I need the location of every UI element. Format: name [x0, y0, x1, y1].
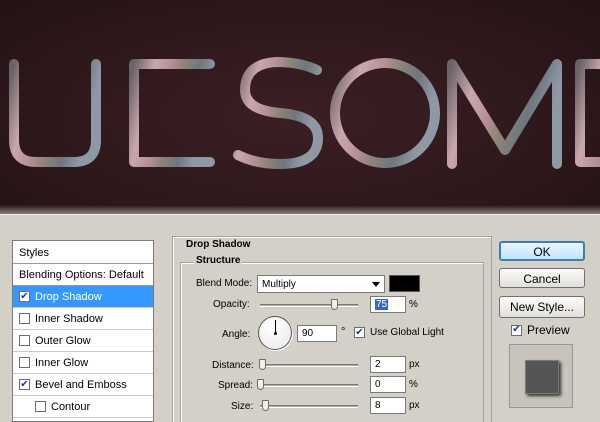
styles-item-label: Inner Glow	[35, 356, 89, 369]
opacity-input[interactable]: 75	[370, 296, 406, 313]
awesome-text-artwork	[9, 57, 600, 169]
styles-item-blending-options[interactable]: Blending Options: Default	[13, 264, 153, 286]
distance-slider-thumb[interactable]	[259, 359, 266, 370]
styles-item-label: Inner Shadow	[35, 312, 103, 325]
preview-label: Preview	[527, 323, 570, 337]
preview-checkbox[interactable]: ✔ Preview	[511, 323, 570, 337]
use-global-light-label: Use Global Light	[370, 327, 444, 338]
checkbox-checked-icon[interactable]: ✔	[19, 291, 30, 302]
styles-list-header[interactable]: Styles	[13, 241, 153, 264]
angle-input[interactable]: 90	[297, 325, 337, 342]
styles-item-inner-glow[interactable]: Inner Glow	[13, 352, 153, 374]
blend-mode-dropdown[interactable]: Multiply	[257, 275, 385, 293]
structure-title: Structure	[194, 255, 243, 266]
checkbox-checked-icon[interactable]: ✔	[19, 379, 30, 390]
blend-mode-value: Multiply	[262, 279, 296, 290]
document-canvas	[0, 0, 600, 212]
style-preview-swatch	[525, 360, 559, 394]
checkbox-checked-icon[interactable]: ✔	[354, 327, 365, 338]
blend-mode-label: Blend Mode:	[196, 278, 253, 289]
styles-item-drop-shadow[interactable]: ✔ Drop Shadow	[13, 286, 153, 308]
angle-dial[interactable]	[258, 316, 292, 350]
spread-label: Spread:	[218, 380, 254, 391]
styles-item-label: Outer Glow	[35, 334, 91, 347]
styles-item-label: Bevel and Emboss	[35, 378, 127, 391]
spread-slider-thumb[interactable]	[257, 379, 264, 390]
angle-label: Angle:	[222, 329, 251, 340]
opacity-unit: %	[409, 299, 418, 310]
opacity-label: Opacity:	[213, 299, 250, 310]
spread-slider[interactable]	[260, 384, 358, 387]
checkbox-icon[interactable]	[19, 335, 30, 346]
checkbox-icon[interactable]	[19, 313, 30, 324]
checkbox-checked-icon[interactable]: ✔	[511, 324, 522, 336]
cancel-button[interactable]: Cancel	[499, 268, 585, 288]
styles-item-label: Blending Options: Default	[19, 268, 144, 281]
drop-shadow-title: Drop Shadow	[184, 239, 253, 250]
size-label: Size:	[231, 401, 254, 412]
styles-item-label: Drop Shadow	[35, 290, 102, 303]
styles-item-outer-glow[interactable]: Outer Glow	[13, 330, 153, 352]
distance-label: Distance:	[212, 360, 254, 371]
distance-input[interactable]: 2	[370, 356, 406, 373]
styles-item-bevel-and-emboss[interactable]: ✔ Bevel and Emboss	[13, 374, 153, 396]
size-unit: px	[409, 400, 420, 411]
angle-unit: °	[341, 326, 346, 338]
size-slider-thumb[interactable]	[261, 400, 269, 411]
style-preview-thumbnail	[509, 344, 573, 408]
styles-list: Styles Blending Options: Default ✔ Drop …	[12, 240, 154, 422]
opacity-slider-thumb[interactable]	[330, 299, 338, 310]
styles-item-label: Contour	[51, 400, 91, 413]
angle-center-dot	[274, 332, 277, 335]
shadow-color-swatch[interactable]	[389, 275, 420, 292]
checkbox-icon[interactable]	[35, 401, 46, 412]
distance-slider[interactable]	[262, 364, 358, 367]
checkbox-icon[interactable]	[19, 357, 30, 368]
spread-unit: %	[409, 379, 418, 390]
spread-input[interactable]: 0	[370, 376, 406, 393]
use-global-light-checkbox[interactable]: ✔ Use Global Light	[354, 327, 444, 338]
styles-item-inner-shadow[interactable]: Inner Shadow	[13, 308, 153, 330]
styles-item-contour[interactable]: Contour	[13, 396, 153, 418]
distance-unit: px	[409, 359, 420, 370]
size-input[interactable]: 8	[370, 397, 406, 414]
opacity-slider[interactable]	[260, 304, 358, 307]
chevron-down-icon	[372, 282, 380, 287]
ok-button[interactable]: OK	[499, 241, 585, 261]
size-slider[interactable]	[260, 405, 358, 408]
new-style-button[interactable]: New Style...	[499, 296, 585, 318]
